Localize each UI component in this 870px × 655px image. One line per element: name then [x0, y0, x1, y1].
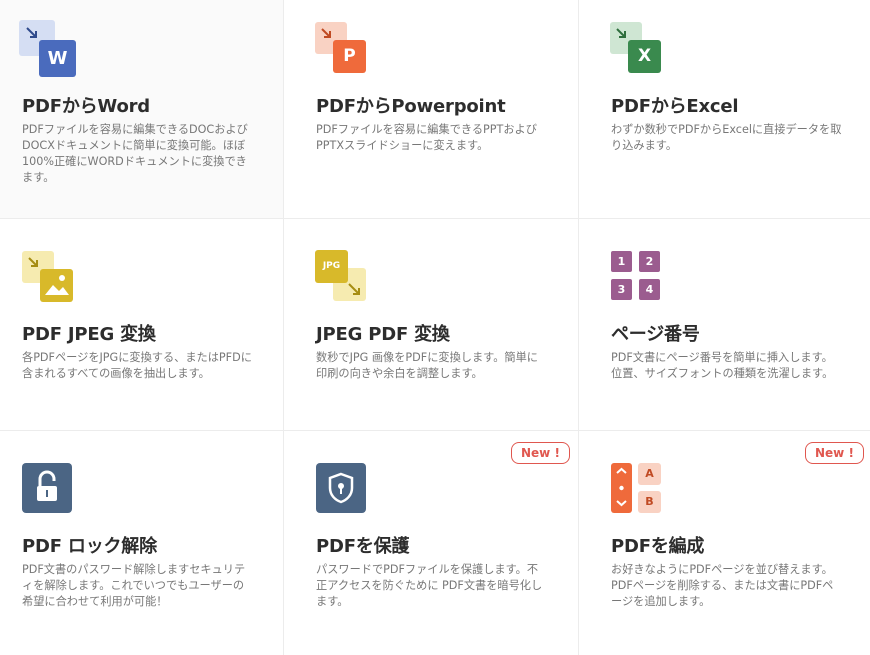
- tools-grid: W PDFからWord PDFファイルを容易に編集できるDOCおよびDOCXドキ…: [0, 0, 870, 655]
- card-description: PDF文書のパスワード解除しますセキュリティを解除します。これでいつでもユーザー…: [22, 563, 246, 608]
- card-description: 数秒でJPG 画像をPDFに変換します。簡単に印刷の向きや余白を調整します。: [316, 351, 538, 380]
- card-description: PDFファイルを容易に編集できるPPTおよびPPTXスライドショーに変えます。: [316, 123, 537, 152]
- shield-icon: [316, 463, 366, 513]
- tool-card-pdf-to-word[interactable]: W PDFからWord PDFファイルを容易に編集できるDOCおよびDOCXドキ…: [0, 0, 283, 218]
- tool-card-pdf-to-powerpoint[interactable]: P PDFからPowerpoint PDFファイルを容易に編集できるPPTおよび…: [284, 0, 578, 218]
- card-description: パスワードでPDFファイルを保護します。不正アクセスを防ぐために PDF文書を暗…: [316, 563, 543, 608]
- card-title: PDFからWord: [22, 96, 150, 117]
- excel-icon: X: [610, 22, 662, 74]
- tool-card-pdf-to-jpeg[interactable]: PDF JPEG 変換 各PDFページをJPGに変換する、またはPFDに含まれる…: [0, 219, 283, 430]
- card-title: PDFを編成: [611, 536, 705, 557]
- card-title: JPEG PDF 変換: [316, 324, 450, 345]
- card-title: PDFからPowerpoint: [316, 96, 506, 117]
- unlock-icon: [22, 463, 72, 513]
- card-title: PDFからExcel: [611, 96, 739, 117]
- organize-icon: A B: [611, 463, 663, 515]
- card-description: わずか数秒でPDFからExcelに直接データを取り込みます。: [611, 123, 842, 152]
- card-title: PDF ロック解除: [22, 536, 157, 557]
- new-badge: New !: [805, 442, 864, 464]
- card-description: PDF文書にページ番号を簡単に挿入します。位置、サイズフォントの種類を洗濯します…: [611, 351, 834, 380]
- card-description: 各PDFページをJPGに変換する、またはPFDに含まれるすべての画像を抽出します…: [22, 351, 252, 380]
- tool-card-organize-pdf[interactable]: New ! A B PDFを編成 お好きなようにPDFページを並び替えます。PD…: [579, 431, 870, 655]
- card-description: お好きなようにPDFページを並び替えます。PDFページを削除する、または文書にP…: [611, 563, 834, 608]
- tool-card-protect-pdf[interactable]: New ! PDFを保護 パスワードでPDFファイルを保護します。不正アクセスを…: [284, 431, 578, 655]
- powerpoint-icon: P: [315, 22, 367, 74]
- tool-card-unlock-pdf[interactable]: PDF ロック解除 PDF文書のパスワード解除しますセキュリティを解除します。こ…: [0, 431, 283, 655]
- card-title: ページ番号: [611, 324, 700, 345]
- word-icon: W: [19, 20, 77, 78]
- page-numbers-icon: 1 2 3 4: [611, 251, 661, 301]
- tool-card-page-numbers[interactable]: 1 2 3 4 ページ番号 PDF文書にページ番号を簡単に挿入します。位置、サイ…: [579, 219, 870, 430]
- tool-card-pdf-to-excel[interactable]: X PDFからExcel わずか数秒でPDFからExcelに直接データを取り込み…: [579, 0, 870, 218]
- card-description: PDFファイルを容易に編集できるDOCおよびDOCXドキュメントに簡単に変換可能…: [22, 123, 248, 184]
- card-title: PDF JPEG 変換: [22, 324, 156, 345]
- new-badge: New !: [511, 442, 570, 464]
- tool-card-jpeg-to-pdf[interactable]: JPG JPEG PDF 変換 数秒でJPG 画像をPDFに変換します。簡単に印…: [284, 219, 578, 430]
- jpg-icon: JPG: [315, 250, 367, 302]
- image-icon: [22, 251, 74, 303]
- card-title: PDFを保護: [316, 536, 410, 557]
